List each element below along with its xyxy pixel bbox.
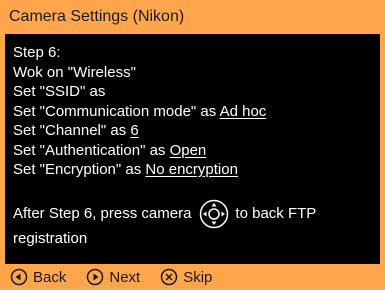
communication-mode-value: Ad hoc	[219, 102, 267, 120]
dialog-frame: Camera Settings (Nikon) Step 6: Wok on "…	[0, 0, 385, 290]
step-heading: Step 6:	[13, 44, 61, 61]
back-button[interactable]: Back	[10, 268, 66, 286]
encryption-instruction: Set "Encryption" as No encryption	[13, 160, 380, 180]
skip-label: Skip	[183, 268, 213, 286]
authentication-label: Set "Authentication" as	[13, 141, 170, 159]
circle-left-arrow-icon	[10, 268, 28, 286]
authentication-value: Open	[169, 141, 207, 159]
channel-value: 6	[130, 122, 139, 139]
back-label: Back	[33, 268, 67, 286]
after-step-line2: registration	[13, 229, 88, 247]
skip-button[interactable]: Skip	[160, 268, 212, 286]
after-step-text: After Step 6, press camera	[13, 205, 192, 222]
circle-x-icon	[160, 268, 178, 286]
instructions-panel: Step 6: Wok on "Wireless" Set "SSID" as …	[5, 34, 380, 264]
wireless-instruction: Wok on "Wireless"	[13, 63, 136, 81]
next-button[interactable]: Next	[86, 268, 140, 286]
after-step-suffix: to back FTP	[235, 205, 317, 222]
navigation-bar: Back Next Skip	[0, 264, 385, 290]
authentication-instruction: Set "Authentication" as Open	[13, 141, 380, 161]
after-step-instruction: After Step 6, press camera to back FTP	[13, 199, 380, 229]
communication-mode-label: Set "Communication mode" as	[13, 102, 220, 120]
multi-selector-dial-icon	[199, 199, 229, 229]
encryption-label: Set "Encryption" as	[13, 161, 146, 178]
encryption-value: No encryption	[145, 161, 238, 178]
next-label: Next	[109, 268, 141, 286]
ssid-instruction: Set "SSID" as	[13, 83, 106, 100]
channel-label: Set "Channel" as	[13, 122, 131, 139]
window-title: Camera Settings (Nikon)	[0, 0, 385, 34]
channel-instruction: Set "Channel" as 6	[13, 121, 380, 141]
circle-right-arrow-icon	[87, 268, 104, 286]
communication-mode-instruction: Set "Communication mode" as Ad hoc	[13, 102, 380, 122]
